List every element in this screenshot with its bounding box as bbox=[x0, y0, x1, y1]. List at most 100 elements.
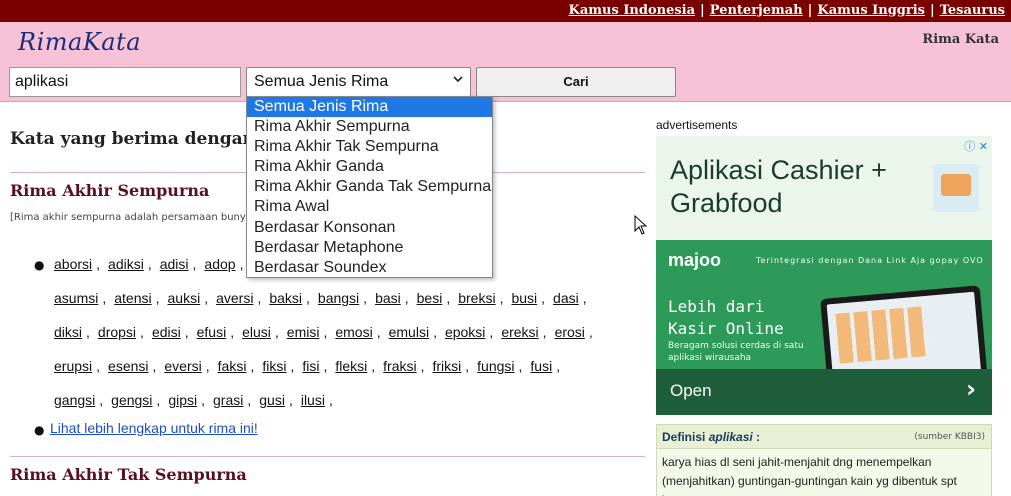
rhyme-word-link[interactable]: dasi bbox=[553, 290, 579, 306]
search-query-text: aplikasi bbox=[15, 73, 69, 90]
rhyme-word-link[interactable]: diksi bbox=[54, 324, 82, 340]
nav-separator: | bbox=[807, 3, 813, 18]
comma-separator: , bbox=[542, 324, 547, 340]
comma-separator: , bbox=[518, 358, 523, 374]
dropdown-option[interactable]: Berdasar Konsonan bbox=[247, 218, 492, 238]
comma-separator: , bbox=[433, 324, 437, 340]
nav-separator: | bbox=[700, 3, 705, 18]
mouse-cursor-icon bbox=[634, 214, 648, 235]
rhyme-word-link[interactable]: erupsi bbox=[54, 358, 92, 374]
comma-separator: , bbox=[201, 392, 205, 408]
bullet-icon: ● bbox=[34, 258, 45, 272]
rhyme-word-link[interactable]: elusi bbox=[242, 324, 271, 340]
rhyme-word-link[interactable]: ilusi bbox=[301, 392, 325, 408]
dropdown-option[interactable]: Rima Akhir Ganda bbox=[247, 157, 492, 177]
comma-separator: , bbox=[247, 392, 252, 408]
comma-separator: , bbox=[323, 358, 328, 374]
dropdown-option[interactable]: Berdasar Metaphone bbox=[247, 238, 492, 258]
advertisement[interactable]: Aplikasi Cashier + Grabfood ⓘ ✕ majoo Te… bbox=[656, 136, 992, 415]
rhyme-word-link[interactable]: gipsi bbox=[168, 392, 197, 408]
dropdown-option[interactable]: Rima Akhir Ganda Tak Sempurna bbox=[247, 177, 492, 197]
ad-top-panel: Aplikasi Cashier + Grabfood ⓘ ✕ bbox=[656, 136, 992, 240]
ad-title[interactable]: Aplikasi Cashier + Grabfood bbox=[670, 154, 920, 220]
rhyme-word-link[interactable]: edisi bbox=[152, 324, 181, 340]
rhyme-word-link[interactable]: dropsi bbox=[98, 324, 136, 340]
definition-box: Definisi aplikasi : (sumber KBBI3) karya… bbox=[656, 424, 992, 496]
ad-open-button[interactable]: Open bbox=[670, 381, 712, 401]
rhyme-word-link[interactable]: aversi bbox=[216, 290, 253, 306]
word-row: asumsi, atensi, auksi, aversi, baksi, bangsi,… bbox=[54, 290, 601, 324]
rhyme-word-link[interactable]: grasi bbox=[213, 392, 243, 408]
rhyme-word-link[interactable]: esensi bbox=[108, 358, 148, 374]
rhyme-word-link[interactable]: adisi bbox=[160, 256, 189, 272]
dropdown-option[interactable]: Semua Jenis Rima bbox=[247, 97, 492, 118]
rhyme-word-link[interactable]: erosi bbox=[555, 324, 585, 340]
dropdown-option[interactable]: Berdasar Soundex bbox=[247, 258, 492, 278]
rhyme-word-link[interactable]: baksi bbox=[269, 290, 302, 306]
rhyme-word-link[interactable]: faksi bbox=[218, 358, 247, 374]
nav-link-kamus-indonesia[interactable]: Kamus Indonesia bbox=[569, 3, 695, 18]
rhyme-word-link[interactable]: gangsi bbox=[54, 392, 95, 408]
comma-separator: , bbox=[306, 290, 310, 306]
rhyme-word-link[interactable]: gengsi bbox=[111, 392, 152, 408]
dropdown-option[interactable]: Rima Awal bbox=[247, 197, 492, 217]
comma-separator: , bbox=[99, 392, 104, 408]
search-button[interactable]: Cari bbox=[476, 67, 676, 97]
rhyme-word-link[interactable]: efusi bbox=[197, 324, 227, 340]
rhyme-word-link[interactable]: busi bbox=[511, 290, 537, 306]
see-more-link[interactable]: Lihat lebih lengkap untuk rima ini! bbox=[50, 420, 258, 436]
rhyme-word-link[interactable]: friksi bbox=[433, 358, 462, 374]
site-logo[interactable]: RimaKata bbox=[18, 28, 141, 56]
comma-separator: , bbox=[499, 290, 504, 306]
rhyme-word-link[interactable]: epoksi bbox=[445, 324, 485, 340]
rhyme-word-link[interactable]: fusi bbox=[530, 358, 552, 374]
comma-separator: , bbox=[371, 358, 376, 374]
rhyme-type-dropdown-list[interactable]: Semua Jenis Rima Rima Akhir Sempurna Rima … bbox=[246, 96, 493, 278]
rhyme-word-link[interactable]: emosi bbox=[335, 324, 372, 340]
rhyme-word-link[interactable]: fraksi bbox=[383, 358, 416, 374]
rhyme-word-link[interactable]: atensi bbox=[114, 290, 151, 306]
rhyme-word-link[interactable]: fungsi bbox=[477, 358, 514, 374]
rhyme-word-link[interactable]: fisi bbox=[302, 358, 319, 374]
rhyme-word-link[interactable]: asumsi bbox=[54, 290, 98, 306]
comma-separator: , bbox=[465, 358, 470, 374]
section-title-rima-akhir-sempurna: Rima Akhir Sempurna bbox=[10, 181, 210, 200]
definition-colon: : bbox=[756, 430, 761, 444]
rhyme-word-link[interactable]: emisi bbox=[287, 324, 320, 340]
comma-separator: , bbox=[290, 358, 295, 374]
rhyme-word-link[interactable]: basi bbox=[375, 290, 401, 306]
definition-label: Definisi aplikasi : bbox=[662, 430, 760, 444]
info-close-icon[interactable]: ⓘ ✕ bbox=[964, 138, 988, 154]
comma-separator: , bbox=[205, 358, 210, 374]
rhyme-word-link[interactable]: auksi bbox=[168, 290, 201, 306]
rhyme-type-select[interactable]: Semua Jenis Rima bbox=[246, 67, 471, 97]
select-value: Semua Jenis Rima bbox=[254, 73, 389, 90]
rhyme-word-link[interactable]: eversi bbox=[164, 358, 201, 374]
rhyme-word-link[interactable]: adop bbox=[204, 256, 235, 272]
word-list: aborsi,adiksi,adisi,adop,apepsi,asasi,as… bbox=[54, 256, 601, 426]
rhyme-word-link[interactable]: bangsi bbox=[318, 290, 359, 306]
definition-line: karya hias dl seni jahit-menjahit dng me… bbox=[662, 455, 932, 469]
definition-header: Definisi aplikasi : (sumber KBBI3) bbox=[657, 425, 991, 449]
rhyme-word-link[interactable]: adiksi bbox=[108, 256, 144, 272]
rhyme-word-link[interactable]: besi bbox=[417, 290, 443, 306]
nav-link-tesaurus[interactable]: Tesaurus bbox=[940, 3, 1005, 18]
rhyme-word-link[interactable]: aborsi bbox=[54, 256, 92, 272]
definition-line: (menjahitkan) guntingan-guntingan kain y… bbox=[662, 474, 957, 496]
nav-link-kamus-inggris[interactable]: Kamus Inggris bbox=[817, 3, 925, 18]
rhyme-word-link[interactable]: ereksi bbox=[501, 324, 538, 340]
ad-headline-line1: Lebih dari bbox=[668, 297, 765, 316]
dropdown-option[interactable]: Rima Akhir Tak Sempurna bbox=[247, 137, 492, 157]
rhyme-word-link[interactable]: fiksi bbox=[262, 358, 286, 374]
dropdown-option[interactable]: Rima Akhir Sempurna bbox=[247, 117, 492, 137]
divider bbox=[10, 456, 645, 457]
rhyme-word-link[interactable]: fleksi bbox=[335, 358, 367, 374]
rhyme-word-link[interactable]: gusi bbox=[259, 392, 285, 408]
ad-open-bar[interactable]: Open › bbox=[656, 369, 992, 415]
chevron-right-icon[interactable]: › bbox=[966, 375, 976, 403]
nav-link-penterjemah[interactable]: Penterjemah bbox=[710, 3, 803, 18]
ad-subtext: Beragam solusi cerdas di satu aplikasi w… bbox=[668, 341, 804, 363]
rhyme-word-link[interactable]: breksi bbox=[458, 290, 495, 306]
rhyme-word-link[interactable]: emulsi bbox=[389, 324, 429, 340]
search-input[interactable]: aplikasi bbox=[9, 67, 241, 97]
